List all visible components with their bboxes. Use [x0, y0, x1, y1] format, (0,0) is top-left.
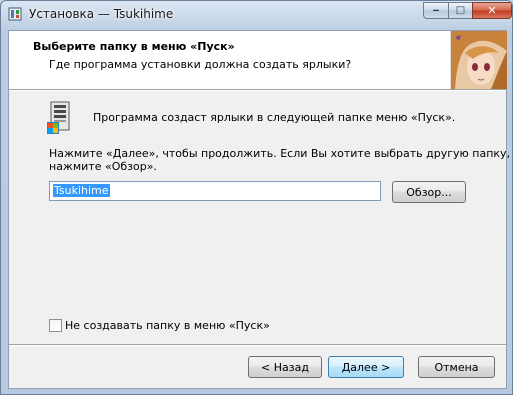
back-button[interactable]: < Назад: [248, 356, 322, 378]
browse-button[interactable]: Обзор...: [392, 181, 466, 203]
header-character-image: [450, 31, 507, 89]
wizard-header: Выберите папку в меню «Пуск» Где програм…: [9, 31, 507, 89]
next-button[interactable]: Далее >: [328, 356, 404, 378]
instruction-line-1: Нажмите «Далее», чтобы продолжить. Если …: [49, 147, 511, 160]
minimize-button[interactable]: ‒: [423, 2, 449, 19]
page-title: Выберите папку в меню «Пуск»: [33, 40, 235, 53]
installer-window: Установка — Tsukihime ‒ □ ✕ Выберите пап…: [0, 0, 513, 395]
folder-input-value: Tsukihime: [53, 184, 110, 197]
minimize-icon: ‒: [432, 5, 440, 16]
back-button-label: < Назад: [261, 360, 309, 374]
header-separator: [9, 89, 506, 91]
close-icon: ✕: [487, 4, 497, 17]
wizard-client-area: Выберите папку в меню «Пуск» Где програм…: [8, 30, 511, 389]
instruction-line-2: нажмите «Обзор».: [49, 160, 157, 173]
info-text: Программа создаст ярлыки в следующей пап…: [93, 111, 456, 124]
window-title: Установка — Tsukihime: [29, 7, 174, 21]
installer-app-icon[interactable]: [8, 6, 24, 22]
maximize-icon: □: [455, 5, 466, 16]
close-button[interactable]: ✕: [472, 2, 512, 19]
no-folder-checkbox-label[interactable]: Не создавать папку в меню «Пуск»: [65, 319, 270, 332]
instruction-text: Нажмите «Далее», чтобы продолжить. Если …: [49, 147, 511, 173]
start-menu-folder-input[interactable]: Tsukihime: [49, 181, 381, 201]
no-folder-checkbox[interactable]: [49, 319, 62, 332]
cancel-button-label: Отмена: [434, 360, 479, 374]
browse-button-label: Обзор...: [406, 185, 452, 199]
page-subtitle: Где программа установки должна создать я…: [49, 58, 352, 71]
start-menu-folder-icon: [47, 101, 70, 134]
footer-separator: [9, 344, 506, 346]
cancel-button[interactable]: Отмена: [418, 356, 495, 378]
title-bar[interactable]: Установка — Tsukihime ‒ □ ✕: [1, 1, 512, 29]
maximize-button[interactable]: □: [448, 2, 473, 19]
next-button-label: Далее >: [341, 360, 391, 374]
